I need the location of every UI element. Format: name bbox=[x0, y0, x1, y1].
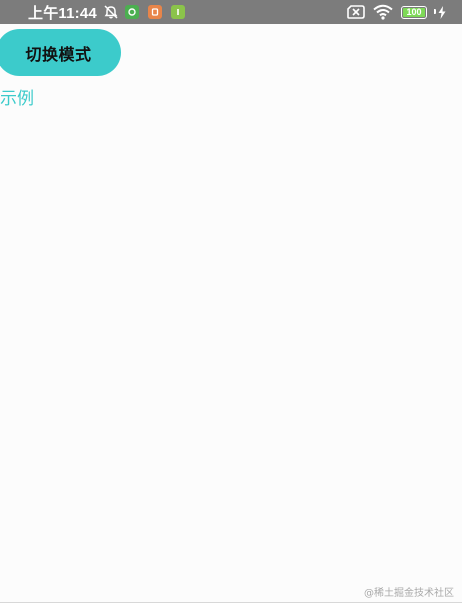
sim-off-icon bbox=[347, 5, 365, 19]
alarm-off-icon bbox=[103, 4, 119, 20]
switch-mode-button[interactable]: 切换模式 bbox=[0, 29, 121, 76]
status-time: 上午11:44 bbox=[28, 4, 97, 22]
app-green-icon bbox=[124, 5, 139, 19]
app-orange-icon bbox=[147, 5, 162, 19]
battery-icon: 100 bbox=[401, 5, 436, 19]
watermark: @稀土掘金技术社区 bbox=[364, 588, 454, 599]
app-lime-icon bbox=[170, 5, 185, 19]
battery-level: 100 bbox=[406, 6, 422, 17]
charging-icon bbox=[438, 5, 446, 19]
wifi-icon bbox=[373, 4, 393, 20]
example-label: 示例 bbox=[0, 89, 34, 109]
status-bar: 上午11:44 100 bbox=[0, 0, 462, 24]
